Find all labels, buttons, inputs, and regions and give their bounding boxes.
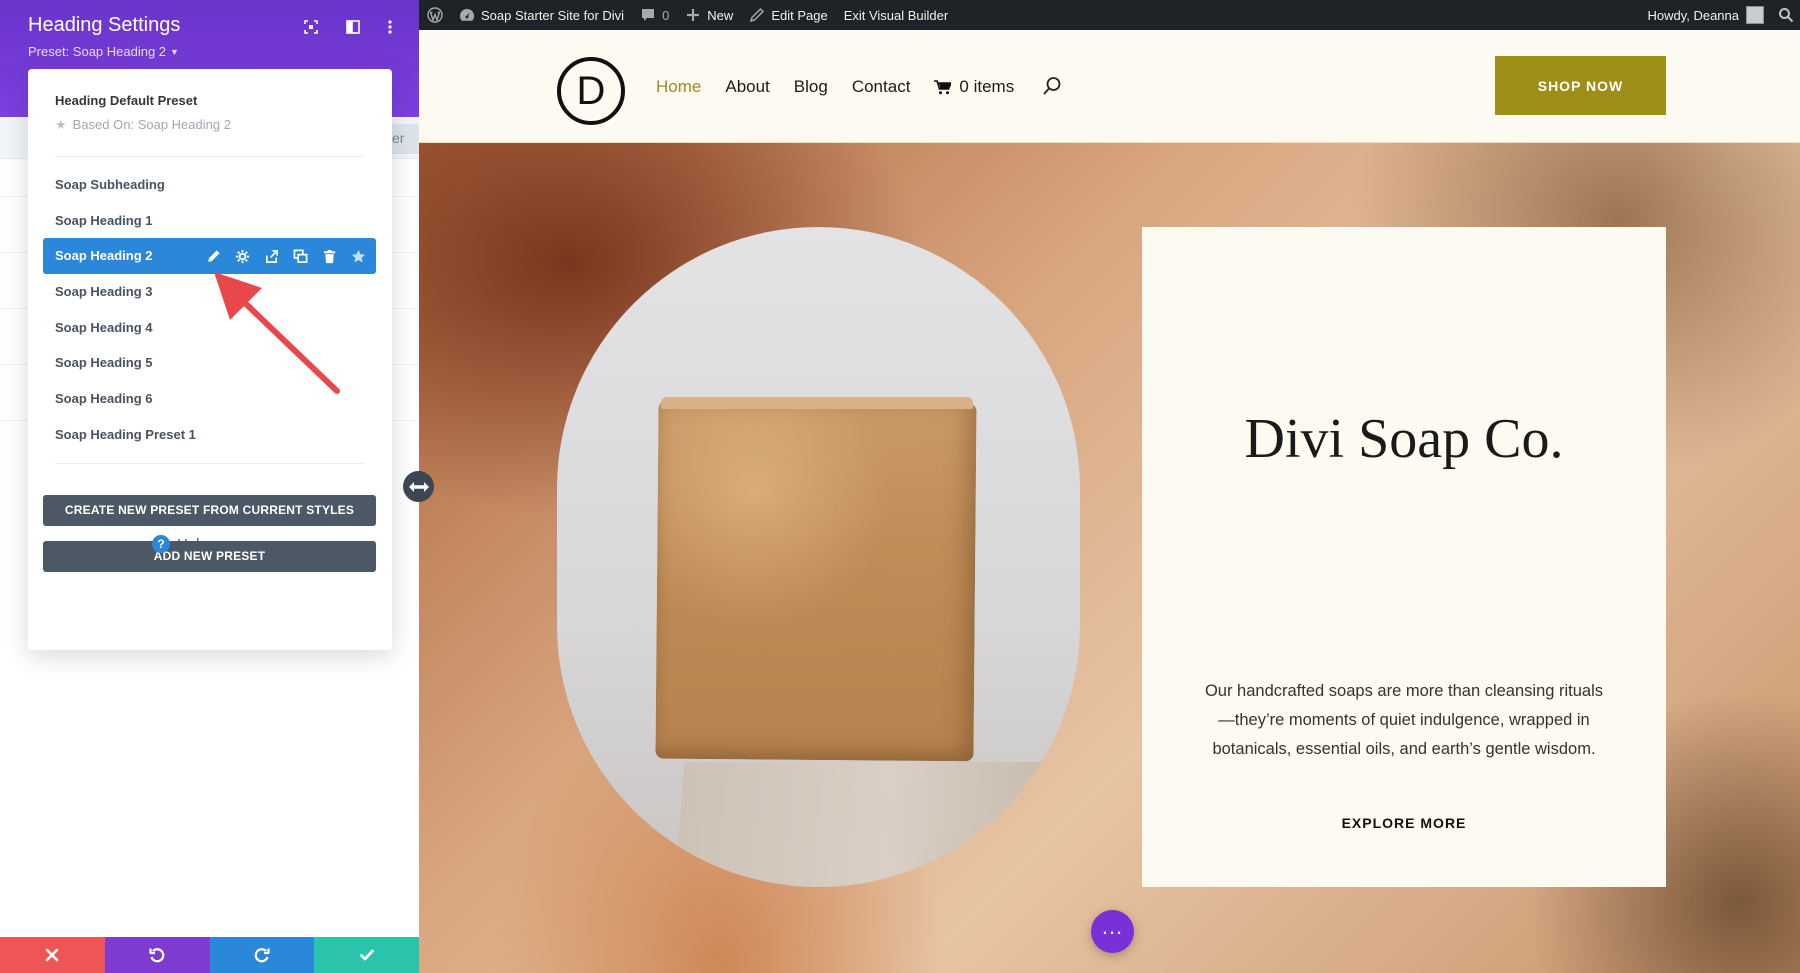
based-on-label: Based On: Soap Heading 2 — [72, 117, 231, 132]
redo-icon — [254, 948, 270, 963]
comments-link[interactable]: 0 — [640, 7, 669, 23]
soap-bar-shape — [655, 400, 977, 762]
preset-item-label: Soap Subheading — [55, 177, 165, 192]
pencil-icon — [749, 7, 765, 23]
star-icon: ★ — [55, 117, 67, 132]
check-icon — [359, 949, 374, 961]
preset-item[interactable]: Soap Heading Preset 1 — [43, 417, 376, 453]
nav-item-blog[interactable]: Blog — [794, 77, 828, 97]
site-logo[interactable]: D — [557, 57, 625, 125]
hero-title: Divi Soap Co. — [1244, 408, 1564, 470]
resize-horizontal-icon — [408, 481, 429, 492]
preset-item-label: Soap Heading 4 — [55, 320, 153, 335]
preset-item[interactable]: Soap Heading 4 — [43, 310, 376, 346]
admin-bar-right: Howdy, Deanna — [1631, 0, 1800, 30]
help-link[interactable]: ? Help — [152, 535, 208, 553]
redo-button[interactable] — [209, 937, 315, 973]
heading-settings-panel: Heading Settings Preset: Soap Heading 2 ▼… — [0, 0, 419, 973]
preset-item-label: Soap Heading 6 — [55, 391, 153, 406]
cart-icon — [934, 79, 952, 94]
filter-button[interactable]: er — [388, 124, 419, 154]
discard-button[interactable] — [0, 937, 105, 973]
account-menu[interactable]: Howdy, Deanna — [1647, 8, 1739, 23]
export-icon[interactable] — [262, 247, 281, 266]
preset-item[interactable]: Soap Heading 3 — [43, 274, 376, 310]
split-view-icon[interactable] — [344, 18, 362, 36]
save-button[interactable] — [314, 937, 419, 973]
wordpress-logo-icon[interactable] — [427, 7, 443, 23]
preset-item-label: Soap Heading 3 — [55, 284, 153, 299]
preset-item-active[interactable]: Soap Heading 2 — [43, 238, 376, 274]
comments-count: 0 — [662, 7, 670, 23]
panel-title: Heading Settings — [28, 14, 181, 36]
create-preset-from-current-button[interactable]: CREATE NEW PRESET FROM CURRENT STYLES — [43, 495, 376, 526]
focus-icon[interactable] — [302, 18, 320, 36]
preset-selector-label: Preset: Soap Heading 2 — [28, 44, 167, 59]
help-label: Help — [177, 535, 208, 553]
nav-item-about[interactable]: About — [725, 77, 769, 97]
preset-item-label: Soap Heading Preset 1 — [55, 427, 196, 442]
nav-item-contact[interactable]: Contact — [852, 77, 911, 97]
default-preset-title[interactable]: Heading Default Preset — [55, 93, 197, 108]
edit-page-label: Edit Page — [771, 7, 828, 23]
wp-admin-bar: Soap Starter Site for Divi 0 New Edit Pa… — [419, 0, 1800, 30]
star-icon[interactable] — [349, 247, 368, 266]
greeting-label: Howdy, Deanna — [1647, 7, 1739, 23]
preset-item[interactable]: Soap Heading 1 — [43, 203, 376, 239]
undo-icon — [149, 948, 165, 963]
pedestal-shape — [674, 762, 1080, 887]
site-header: D Home About Blog Contact 0 items SHOP N… — [419, 30, 1800, 143]
exit-visual-builder-link[interactable]: Exit Visual Builder — [844, 8, 949, 23]
undo-button[interactable] — [104, 937, 210, 973]
hero-body: Our handcrafted soaps are more than clea… — [1204, 682, 1604, 758]
panel-resize-handle[interactable] — [403, 471, 434, 502]
preset-item[interactable]: Soap Heading 6 — [43, 381, 376, 417]
caret-down-icon: ▼ — [170, 47, 179, 57]
soap-bar-top-shape — [661, 397, 973, 409]
search-icon[interactable] — [1042, 76, 1062, 96]
delete-icon[interactable] — [320, 247, 339, 266]
preset-dropdown: Heading Default Preset ★ Based On: Soap H… — [28, 69, 392, 650]
cart-label: 0 items — [959, 77, 1015, 96]
panel-bottom-bar — [0, 937, 419, 973]
site-name-link[interactable]: Soap Starter Site for Divi — [459, 7, 624, 23]
hero-soap-image — [557, 227, 1080, 887]
admin-search-icon[interactable] — [1778, 7, 1794, 23]
hero-text-card: Divi Soap Co. Our handcrafted soaps are … — [1142, 227, 1666, 887]
main-nav: Home About Blog Contact 0 items — [656, 77, 1014, 97]
new-label: New — [707, 7, 734, 23]
divider — [55, 463, 365, 464]
preset-item[interactable]: Soap Heading 5 — [43, 345, 376, 381]
edit-page-link[interactable]: Edit Page — [749, 7, 828, 23]
shop-now-button[interactable]: SHOP NOW — [1495, 56, 1666, 115]
settings-icon[interactable] — [233, 247, 252, 266]
nav-item-home[interactable]: Home — [656, 77, 701, 97]
preset-selector[interactable]: Preset: Soap Heading 2 ▼ — [28, 44, 179, 59]
help-icon: ? — [152, 535, 170, 553]
more-vertical-icon[interactable] — [381, 18, 399, 36]
add-new-preset-button[interactable]: ADD NEW PRESET — [43, 541, 376, 572]
dashboard-icon — [459, 7, 475, 23]
builder-more-options-button[interactable]: ... — [1091, 910, 1134, 953]
edit-icon[interactable] — [204, 247, 223, 266]
cart-link[interactable]: 0 items — [934, 77, 1014, 97]
divider — [55, 156, 365, 157]
plus-icon — [685, 7, 701, 23]
close-icon — [46, 948, 59, 962]
new-content-link[interactable]: New — [685, 7, 733, 23]
more-horizontal-icon: ... — [1101, 913, 1124, 939]
exit-visual-builder-label: Exit Visual Builder — [843, 7, 949, 23]
duplicate-icon[interactable] — [291, 247, 310, 266]
hero-section: Divi Soap Co. Our handcrafted soaps are … — [419, 143, 1800, 973]
comment-icon — [640, 7, 656, 23]
preset-item-label: Soap Heading 5 — [55, 355, 153, 370]
explore-more-link[interactable]: EXPLORE MORE — [1142, 815, 1666, 831]
preset-item-label: Soap Heading 1 — [55, 213, 153, 228]
avatar[interactable] — [1746, 6, 1764, 24]
preset-item-label: Soap Heading 2 — [55, 248, 153, 263]
default-preset-based-on: ★ Based On: Soap Heading 2 — [55, 117, 231, 133]
preset-item[interactable]: Soap Subheading — [43, 167, 376, 203]
site-name-label: Soap Starter Site for Divi — [481, 7, 625, 23]
preset-actions — [204, 238, 368, 274]
